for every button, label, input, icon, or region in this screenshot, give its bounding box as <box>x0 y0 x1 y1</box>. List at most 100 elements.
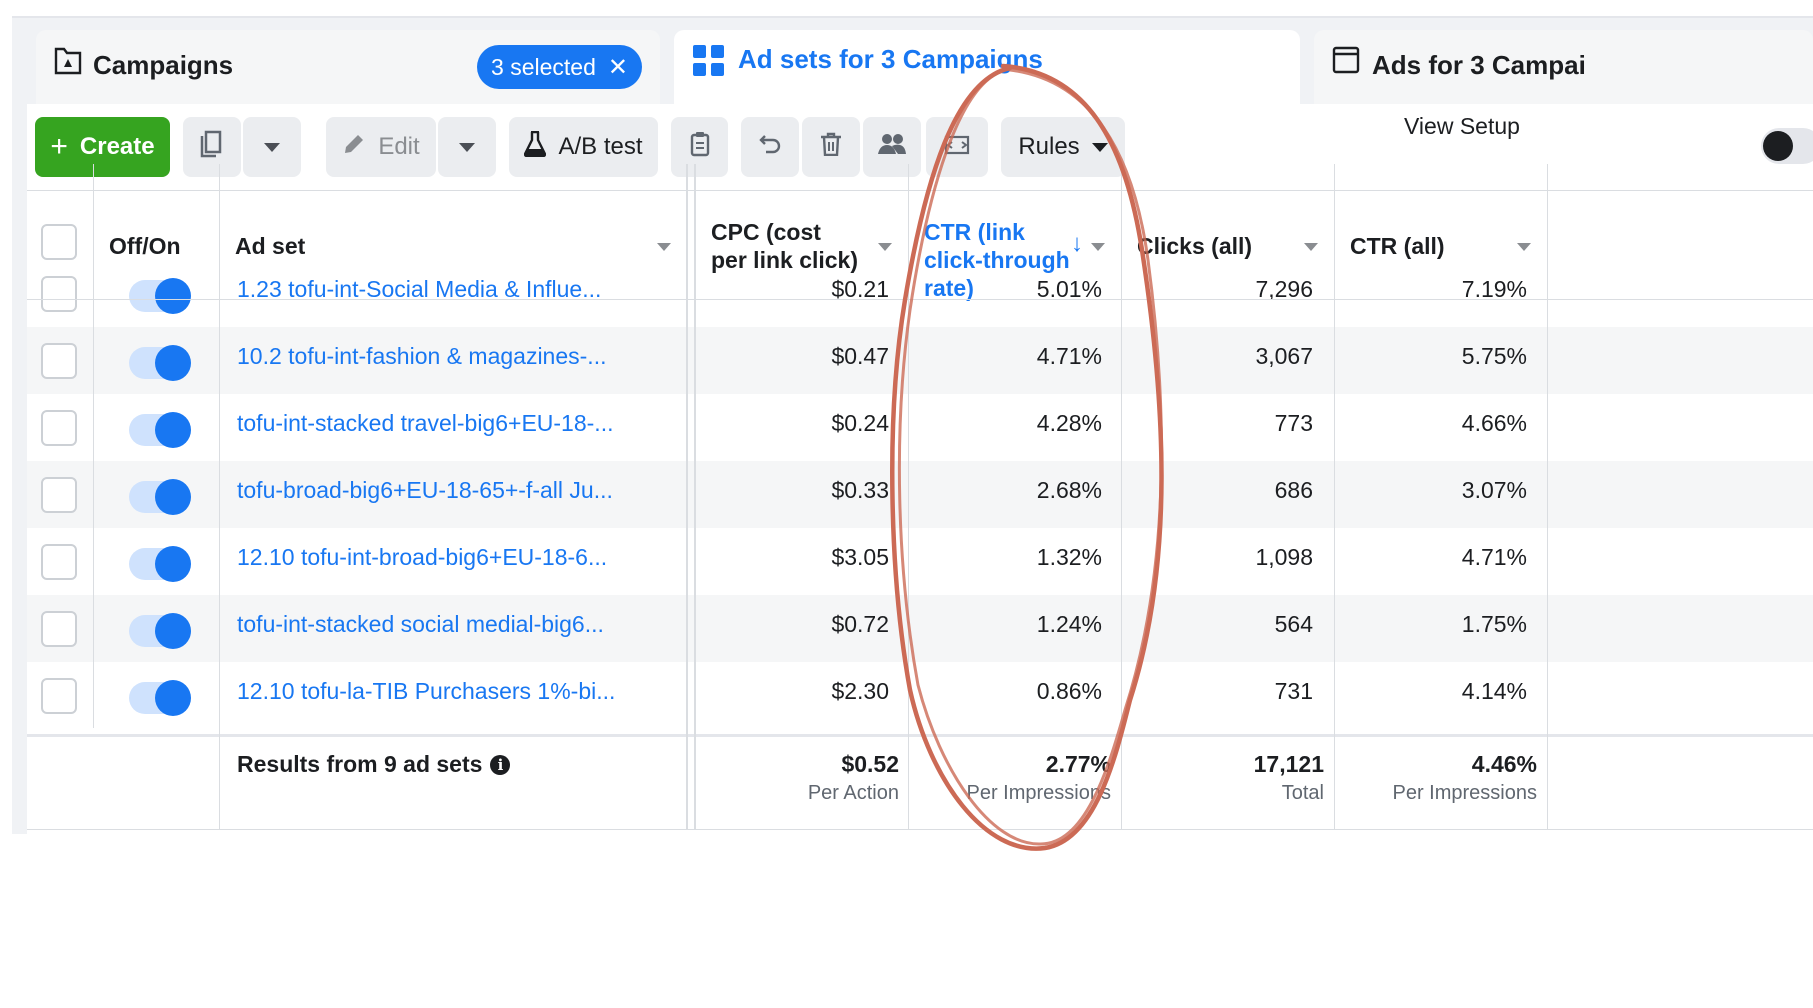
chevron-down-icon[interactable] <box>878 243 892 251</box>
ad-set-name-link[interactable]: 12.10 tofu-la-TIB Purchasers 1%-bi... <box>237 678 615 705</box>
row-checkbox[interactable] <box>41 343 77 379</box>
clicks-value: 773 <box>1274 410 1313 436</box>
column-header-off-on-label: Off/On <box>109 233 181 259</box>
ctr-link-value: 1.24% <box>1036 611 1102 637</box>
cpc-value: $0.72 <box>831 611 889 637</box>
campaign-flag-icon <box>53 46 83 81</box>
footer-ctr-link: 2.77% <box>1045 751 1111 777</box>
row-toggle[interactable] <box>129 546 191 582</box>
table-row[interactable]: 10.2 tofu-int-fashion & magazines-... $0… <box>27 327 1813 394</box>
chevron-down-icon[interactable] <box>657 243 671 251</box>
row-toggle[interactable] <box>129 680 191 716</box>
clipboard-button[interactable] <box>671 117 728 177</box>
row-checkbox[interactable] <box>41 544 77 580</box>
ad-set-name-link[interactable]: tofu-broad-big6+EU-18-65+-f-all Ju... <box>237 477 613 504</box>
row-toggle[interactable] <box>129 412 191 448</box>
toggle-knob <box>155 412 191 448</box>
duplicate-dropdown-button[interactable] <box>243 117 301 177</box>
row-toggle[interactable] <box>129 613 191 649</box>
toggle-knob <box>155 479 191 515</box>
undo-icon <box>758 132 782 163</box>
ad-set-name-link[interactable]: tofu-int-stacked travel-big6+EU-18-... <box>237 410 613 437</box>
chevron-down-icon <box>264 142 280 152</box>
cpc-value: $2.30 <box>831 678 889 704</box>
chevron-down-icon <box>1091 142 1108 152</box>
view-setup-toggle[interactable] <box>1761 128 1813 164</box>
toggle-knob <box>155 546 191 582</box>
tab-ads-label: Ads for 3 Campai <box>1372 50 1586 80</box>
sort-descending-icon[interactable]: ↓ <box>1071 230 1083 258</box>
chevron-down-icon[interactable] <box>1091 243 1105 251</box>
duplicate-icon <box>200 130 224 165</box>
edit-button[interactable]: Edit <box>326 117 436 177</box>
chevron-down-icon[interactable] <box>1304 243 1318 251</box>
close-icon[interactable]: ✕ <box>608 54 628 81</box>
ctr-link-value: 1.32% <box>1036 544 1102 570</box>
audience-button[interactable] <box>863 117 921 177</box>
clicks-value: 686 <box>1274 477 1313 503</box>
table-row[interactable]: 12.10 tofu-la-TIB Purchasers 1%-bi... $2… <box>27 662 1813 729</box>
view-setup-label: View Setup <box>1404 113 1520 139</box>
table-row[interactable]: tofu-broad-big6+EU-18-65+-f-all Ju... $0… <box>27 461 1813 528</box>
rules-button[interactable]: Rules <box>1001 117 1125 177</box>
footer-ctr-all-sub: Per Impressions <box>1392 782 1538 804</box>
row-toggle[interactable] <box>129 479 191 515</box>
people-icon <box>878 132 906 163</box>
ad-set-name-link[interactable]: 10.2 tofu-int-fashion & magazines-... <box>237 343 606 370</box>
cpc-value: $0.47 <box>831 343 889 369</box>
clicks-value: 731 <box>1274 678 1313 704</box>
trash-icon <box>820 132 842 163</box>
cpc-value: $0.33 <box>831 477 889 503</box>
row-toggle[interactable] <box>129 278 191 314</box>
ctr-all-value: 1.75% <box>1461 611 1527 637</box>
selected-badge[interactable]: 3 selected ✕ <box>477 45 642 89</box>
clicks-value: 1,098 <box>1255 544 1313 570</box>
ab-test-button-label: A/B test <box>558 133 643 160</box>
grid-icon <box>692 44 726 83</box>
info-icon[interactable]: i <box>490 755 511 775</box>
selected-count: 3 selected <box>491 54 596 80</box>
create-button[interactable]: + Create <box>35 117 170 177</box>
table-row[interactable]: 1.23 tofu-int-Social Media & Influe... $… <box>27 260 1813 327</box>
export-button[interactable] <box>926 117 988 177</box>
toggle-knob <box>155 345 191 381</box>
chevron-down-icon[interactable] <box>1517 243 1531 251</box>
ad-set-name-link[interactable]: tofu-int-stacked social medial-big6... <box>237 611 604 638</box>
row-checkbox[interactable] <box>41 611 77 647</box>
row-checkbox[interactable] <box>41 410 77 446</box>
ctr-all-value: 5.75% <box>1461 343 1527 369</box>
edit-dropdown-button[interactable] <box>438 117 496 177</box>
column-header-ad-set-label: Ad set <box>235 233 306 259</box>
table-row[interactable]: tofu-int-stacked social medial-big6... $… <box>27 595 1813 662</box>
duplicate-button[interactable] <box>183 117 241 177</box>
table-row[interactable]: tofu-int-stacked travel-big6+EU-18-... $… <box>27 394 1813 461</box>
create-button-label: Create <box>79 133 155 160</box>
row-checkbox[interactable] <box>41 276 77 312</box>
flask-icon <box>524 130 547 164</box>
delete-button[interactable] <box>802 117 860 177</box>
tab-ad-sets[interactable]: Ad sets for 3 Campaigns <box>674 30 1300 104</box>
rules-button-label: Rules <box>1018 133 1080 160</box>
ctr-link-value: 4.28% <box>1036 410 1102 436</box>
window-icon <box>1332 46 1360 79</box>
ctr-all-value: 4.66% <box>1461 410 1527 436</box>
tab-ads[interactable]: Ads for 3 Campai <box>1314 30 1813 104</box>
plus-icon: + <box>50 130 68 163</box>
ctr-link-value: 4.71% <box>1036 343 1102 369</box>
row-toggle[interactable] <box>129 345 191 381</box>
clicks-value: 3,067 <box>1255 343 1313 369</box>
toggle-knob <box>155 680 191 716</box>
ctr-link-value: 0.86% <box>1036 678 1102 704</box>
chevron-down-icon <box>459 142 475 152</box>
ab-test-button[interactable]: A/B test <box>509 117 658 177</box>
tab-campaigns-label: Campaigns <box>93 50 234 80</box>
toggle-knob <box>155 613 191 649</box>
row-checkbox[interactable] <box>41 678 77 714</box>
undo-button[interactable] <box>741 117 799 177</box>
select-all-checkbox[interactable] <box>41 224 77 260</box>
tab-campaigns[interactable]: Campaigns 3 selected ✕ <box>36 30 660 104</box>
cpc-value: $3.05 <box>831 544 889 570</box>
ad-set-name-link[interactable]: 12.10 tofu-int-broad-big6+EU-18-6... <box>237 544 607 571</box>
row-checkbox[interactable] <box>41 477 77 513</box>
table-row[interactable]: 12.10 tofu-int-broad-big6+EU-18-6... $3.… <box>27 528 1813 595</box>
